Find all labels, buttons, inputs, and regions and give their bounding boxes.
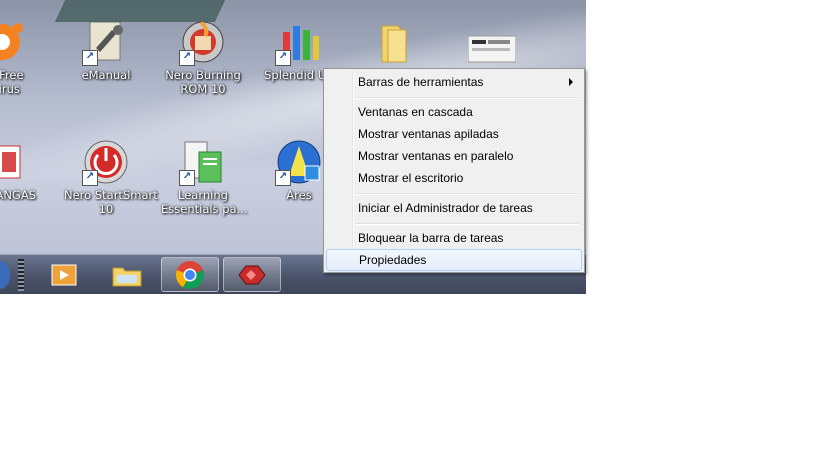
taskbar-red-app[interactable] xyxy=(223,257,281,292)
menu-item-cascade[interactable]: Ventanas en cascada xyxy=(326,101,582,123)
nero-startsmart-icon: ↗ xyxy=(82,138,130,186)
submenu-arrow-icon xyxy=(569,78,573,86)
folder-desktop-icon[interactable] xyxy=(350,18,434,68)
menu-item-properties-label: Propiedades xyxy=(359,253,427,267)
red-app-icon xyxy=(238,265,266,284)
menu-item-lock-taskbar-label: Bloquear la barra de tareas xyxy=(358,231,504,245)
taskbar-chrome[interactable] xyxy=(161,257,219,292)
emanual-desktop-icon[interactable]: ↗ eManual xyxy=(64,18,148,82)
rangas-desktop-icon[interactable]: RANGAS xyxy=(0,138,40,202)
nero-burning-rom-icon: ↗ xyxy=(179,18,227,66)
nero-burning-label: Nero Burning ROM 10 xyxy=(165,68,241,96)
menu-item-stacked[interactable]: Mostrar ventanas apiladas xyxy=(326,123,582,145)
menu-item-side-by-side-label: Mostrar ventanas en paralelo xyxy=(358,149,514,163)
rangas-icon xyxy=(0,138,22,186)
avast-desktop-icon[interactable]: st! Free tivirus xyxy=(0,18,44,96)
menu-item-toolbars[interactable]: Barras de herramientas xyxy=(326,71,582,93)
menu-separator xyxy=(355,193,579,195)
menu-item-properties[interactable]: Propiedades xyxy=(326,249,582,271)
nero-startsmart-desktop-icon[interactable]: ↗ Nero StartSmart 10 xyxy=(64,138,158,216)
screenshot-file-icon xyxy=(467,18,517,66)
menu-item-task-manager[interactable]: Iniciar el Administrador de tareas xyxy=(326,197,582,219)
start-button-partial[interactable] xyxy=(0,261,10,289)
ares-icon: ↗ xyxy=(275,138,323,186)
taskbar-file-explorer[interactable] xyxy=(99,257,155,292)
splendid-utility-icon: ↗ xyxy=(275,18,323,66)
avast-label: st! Free tivirus xyxy=(0,68,24,96)
nero-burning-desktop-icon[interactable]: ↗ Nero Burning ROM 10 xyxy=(161,18,245,96)
taskbar-context-menu: Barras de herramientas Ventanas en casca… xyxy=(323,68,585,273)
emanual-icon: ↗ xyxy=(82,18,130,66)
menu-item-show-desktop[interactable]: Mostrar el escritorio xyxy=(326,167,582,189)
learning-essentials-label: Learning Essentials pa... xyxy=(161,188,248,216)
file-explorer-icon xyxy=(112,267,142,286)
menu-item-show-desktop-label: Mostrar el escritorio xyxy=(358,171,464,185)
red-app-icon xyxy=(563,18,586,66)
avast-icon xyxy=(0,18,26,66)
nero-startsmart-label: Nero StartSmart 10 xyxy=(64,188,158,216)
menu-item-cascade-label: Ventanas en cascada xyxy=(358,105,473,119)
menu-item-task-manager-label: Iniciar el Administrador de tareas xyxy=(358,201,533,215)
partial-red-icon[interactable] xyxy=(558,18,586,68)
menu-item-side-by-side[interactable]: Mostrar ventanas en paralelo xyxy=(326,145,582,167)
emanual-label: eManual xyxy=(81,68,131,82)
rangas-label: RANGAS xyxy=(0,188,36,202)
screenshot-desktop-icon[interactable] xyxy=(450,18,534,68)
menu-item-stacked-label: Mostrar ventanas apiladas xyxy=(358,127,499,141)
folder-icon xyxy=(368,18,416,66)
menu-separator xyxy=(355,97,579,99)
taskbar-media-player[interactable] xyxy=(36,257,92,292)
learning-essentials-icon: ↗ xyxy=(179,138,227,186)
menu-item-lock-taskbar[interactable]: Bloquear la barra de tareas xyxy=(326,227,582,249)
learning-essentials-desktop-icon[interactable]: ↗ Learning Essentials pa... xyxy=(161,138,248,216)
chrome-icon xyxy=(175,260,205,289)
media-player-icon xyxy=(51,264,77,285)
taskbar-grip[interactable] xyxy=(18,259,24,291)
menu-item-toolbars-label: Barras de herramientas xyxy=(358,75,484,89)
menu-separator xyxy=(355,223,579,225)
